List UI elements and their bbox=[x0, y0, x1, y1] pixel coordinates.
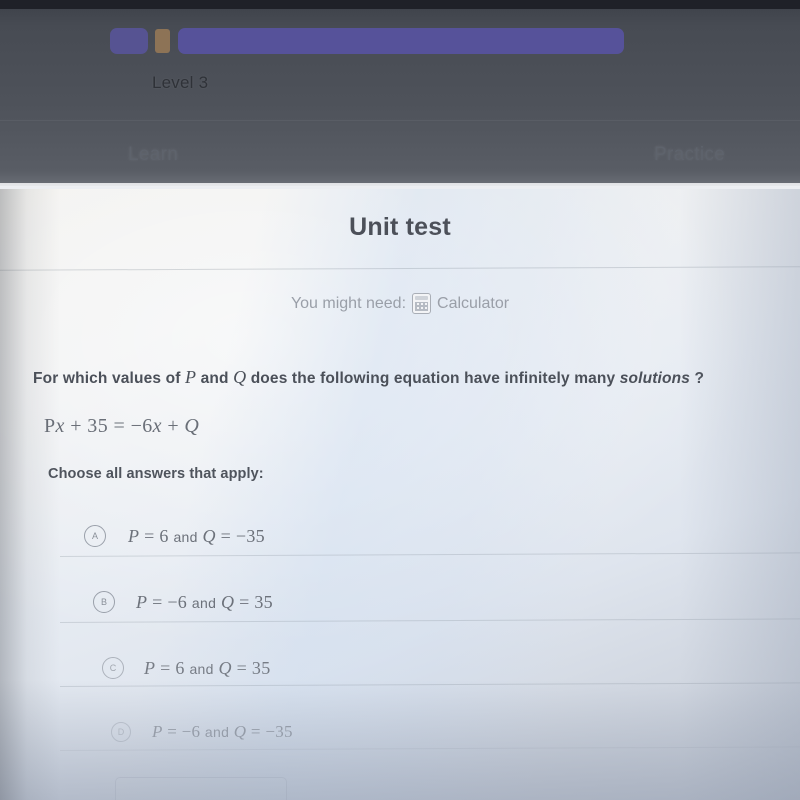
choice-option-b[interactable]: B P = −6 and Q = 35 bbox=[0, 570, 800, 634]
progress-bar bbox=[178, 28, 624, 54]
choice-instruction: Choose all answers that apply: bbox=[48, 466, 264, 482]
equation: Px + 35 = −6x + Q bbox=[44, 415, 200, 437]
prompt-emphasis: solutions bbox=[619, 370, 690, 387]
choice-option-a[interactable]: A P = 6 and Q = −35 bbox=[0, 504, 800, 568]
status-bar bbox=[0, 0, 800, 9]
page-title: Unit test bbox=[349, 213, 451, 241]
calculator-label[interactable]: Calculator bbox=[437, 295, 509, 313]
screen-photo: Level 3 Learn Practice Unit test You mig… bbox=[0, 0, 800, 800]
calculator-icon[interactable] bbox=[412, 293, 432, 314]
variable-p: P bbox=[185, 367, 197, 387]
choice-option-c[interactable]: C P = 6 and Q = 35 bbox=[0, 636, 800, 700]
prompt-part-4: ? bbox=[690, 370, 705, 387]
resources-prefix: You might need: bbox=[290, 294, 407, 312]
variable-q: Q bbox=[233, 367, 247, 387]
submit-button[interactable] bbox=[115, 777, 287, 800]
choice-bubble-c[interactable]: C bbox=[102, 657, 124, 679]
progress-segment-1 bbox=[110, 28, 148, 54]
photo-shadow-left bbox=[0, 189, 60, 800]
content-area: Unit test You might need: Calculator For… bbox=[0, 189, 800, 800]
header-divider bbox=[0, 120, 800, 121]
choice-bubble-b[interactable]: B bbox=[93, 591, 115, 613]
choice-text-c: P = 6 and Q = 35 bbox=[144, 657, 271, 678]
prompt-part-2: and bbox=[196, 370, 234, 387]
resources-line: You might need: Calculator bbox=[0, 293, 800, 314]
choice-option-d[interactable]: D P = −6 and Q = −35 bbox=[0, 700, 800, 764]
prompt-part-3: does the following equation have infinit… bbox=[246, 370, 620, 387]
choice-text-b: P = −6 and Q = 35 bbox=[136, 591, 273, 612]
choice-text-a: P = 6 and Q = −35 bbox=[128, 525, 265, 546]
choice-bubble-a[interactable]: A bbox=[84, 525, 106, 547]
app-header: Level 3 Learn Practice bbox=[0, 0, 800, 186]
choice-bubble-d[interactable]: D bbox=[111, 722, 131, 742]
question-prompt: For which values of P and Q does the fol… bbox=[33, 365, 781, 390]
tab-practice[interactable]: Practice bbox=[654, 144, 725, 166]
progress-marker-icon bbox=[155, 29, 170, 53]
choice-text-d: P = −6 and Q = −35 bbox=[152, 722, 293, 741]
tab-learn[interactable]: Learn bbox=[128, 144, 178, 166]
level-label: Level 3 bbox=[152, 73, 209, 92]
